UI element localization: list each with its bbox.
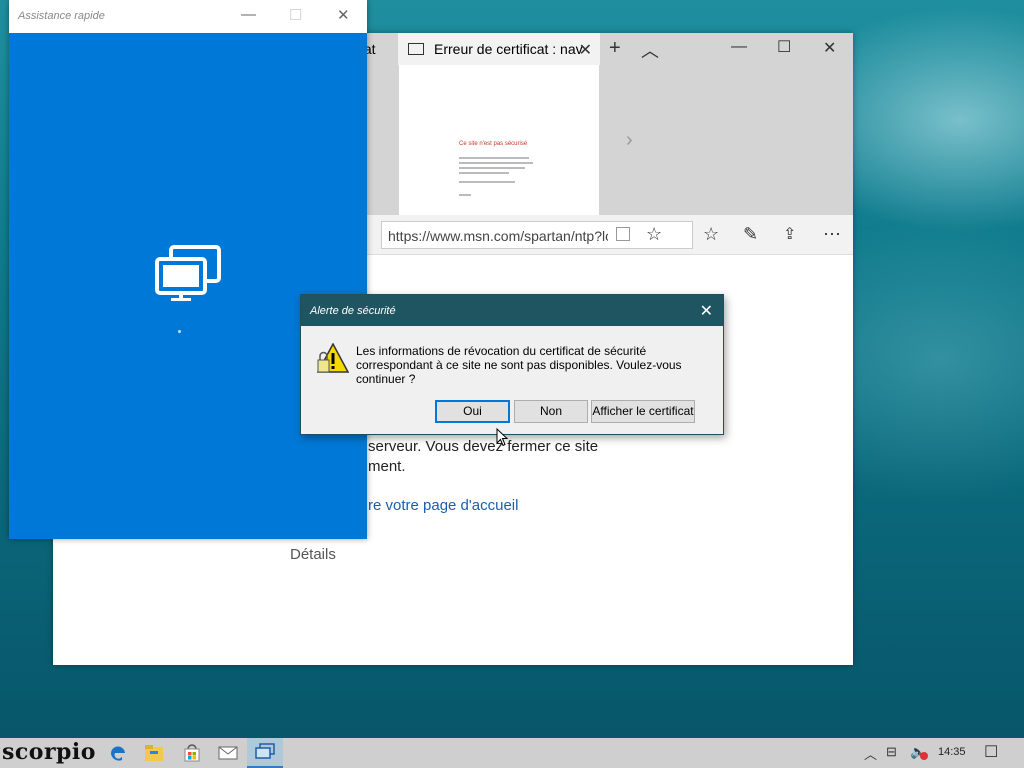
chevron-right-icon[interactable]: › [626,129,633,152]
quick-assist-titlebar[interactable]: Assistance rapide — ☐ ✕ [9,0,367,33]
chevron-up-icon[interactable]: ︿ [641,37,659,63]
page-text-line: ment. [368,458,406,475]
volume-error-badge [920,752,928,760]
no-button[interactable]: Non [514,400,588,423]
home-page-link[interactable]: re votre page d'accueil [368,497,518,514]
close-window-icon[interactable]: ✕ [823,38,836,58]
preview-line [459,167,525,169]
store-icon[interactable] [174,738,210,768]
preview-line [459,157,529,159]
tab-preview-thumbnail[interactable]: Ce site n'est pas sécurisé [399,65,599,215]
dialog-message: Les informations de révocation du certif… [356,344,682,386]
share-icon[interactable]: ⇪ [783,224,796,244]
quick-assist-window: Assistance rapide — ☐ ✕ [9,0,367,539]
favorite-star-icon[interactable]: ☆ [646,224,662,245]
action-center-icon[interactable]: ☐ [984,742,998,762]
dialog-title: Alerte de sécurité [310,305,396,317]
file-explorer-icon[interactable] [136,738,172,768]
more-icon[interactable]: ⋯ [823,224,841,245]
show-hidden-icons-icon[interactable]: ︿ [864,744,877,763]
maximize-icon[interactable]: ☐ [777,37,791,57]
quick-assist-icon[interactable] [247,738,283,768]
mail-icon[interactable] [210,738,246,768]
yes-button[interactable]: Oui [435,400,510,423]
tab-title: Erreur de certificat : nav [434,41,583,57]
minimize-icon[interactable]: — [241,6,256,23]
mouse-cursor-icon [496,427,509,450]
reading-view-icon[interactable] [616,227,630,241]
window-title: Assistance rapide [18,10,105,22]
security-alert-dialog: Alerte de sécurité ✕ Les informations de… [300,294,724,435]
page-text-line: serveur. Vous devez fermer ce site [368,438,599,455]
edge-icon[interactable] [100,738,136,768]
close-tab-icon[interactable]: ✕ [579,40,592,60]
preview-line [459,172,509,174]
loading-dot [178,330,181,333]
taskbar: scorpio ︿ ⊟ 🔈 14:35 ☐ [0,738,1024,768]
url-field[interactable]: https://www.msn.com/spartan/ntp?loc ☆ [381,221,693,249]
web-note-icon[interactable]: ✎ [743,224,758,245]
url-text: https://www.msn.com/spartan/ntp?loc [388,228,608,244]
maximize-icon: ☐ [289,7,303,24]
clock[interactable]: 14:35 [938,746,966,758]
preview-line [459,162,533,164]
preview-line [459,194,471,196]
new-tab-icon[interactable]: + [609,37,621,60]
favorites-hub-icon[interactable]: ☆ [703,224,719,245]
network-icon[interactable]: ⊟ [886,744,897,760]
tab-certificate-error[interactable]: Erreur de certificat : nav ✕ [398,33,600,65]
dialog-titlebar[interactable]: Alerte de sécurité ✕ [301,295,723,326]
close-icon[interactable]: ✕ [700,301,713,321]
minimize-icon[interactable]: — [731,38,747,56]
preview-title: Ce site n'est pas sécurisé [459,141,528,147]
details-link[interactable]: Détails [290,546,336,563]
page-icon [408,43,424,55]
view-certificate-button[interactable]: Afficher le certificat [591,400,695,423]
preview-line [459,181,515,183]
warning-lock-icon [316,342,350,378]
scorpio-logo: scorpio [2,739,96,765]
close-icon[interactable]: ✕ [337,6,350,24]
remote-desktop-icon [155,245,221,306]
